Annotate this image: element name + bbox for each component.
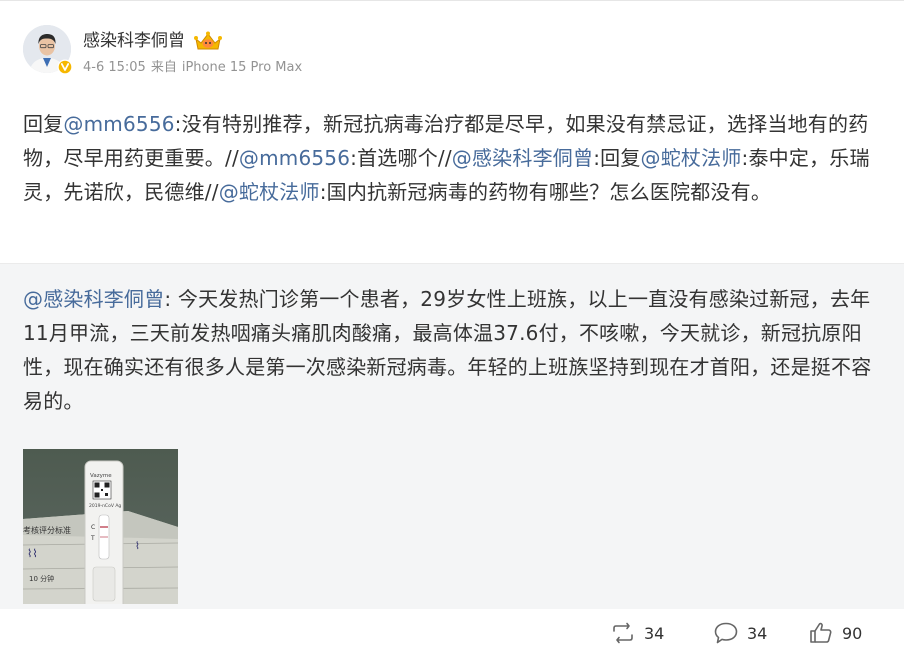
comment-button[interactable]: 34	[713, 619, 767, 647]
crown-vip-icon[interactable]	[193, 30, 223, 52]
mention-link[interactable]: @蛇杖法师	[219, 180, 320, 204]
post-timeline: 4-6 15:05 来自 iPhone 15 Pro Max	[83, 59, 307, 77]
action-bar: 34 34 90	[0, 609, 904, 665]
brand-text: Vazyme	[90, 473, 112, 479]
author-name[interactable]: 感染科李侗曾	[83, 29, 185, 53]
source-prefix: 来自	[150, 60, 177, 75]
post-body-text: 回复@mm6556:没有特别推荐，新冠抗病毒治疗都是尽早，如果没有禁忌证，选择当…	[23, 107, 881, 209]
c-line-label: C	[91, 524, 95, 531]
svg-text:⌇⌇: ⌇⌇	[27, 547, 38, 560]
weibo-post-card: 感染科李侗曾 4-6 15:05 来自 iPhone 15 Pro Max 回复…	[0, 0, 904, 665]
mention-link[interactable]: @感染科李侗曾	[452, 146, 593, 170]
avatar-container[interactable]	[23, 25, 73, 75]
comment-icon	[714, 622, 738, 644]
retweet-box[interactable]: @感染科李侗曾: 今天发热门诊第一个患者，29岁女性上班族，以上一直没有感染过新…	[0, 263, 904, 609]
like-button[interactable]: 90	[808, 619, 862, 647]
repost-button[interactable]: 34	[610, 619, 664, 647]
mention-link[interactable]: @蛇杖法师	[641, 146, 742, 170]
text-segment: :回复	[593, 146, 641, 170]
like-count: 90	[842, 623, 863, 643]
time-label-text: 10 分钟	[29, 574, 54, 583]
t-line-label: T	[90, 535, 95, 542]
text-segment: 回复	[23, 112, 64, 136]
text-segment: :国内抗新冠病毒的药物有哪些？怎么医院都没有。	[319, 180, 772, 204]
mention-link[interactable]: @感染科李侗曾	[23, 287, 164, 311]
thumbs-up-icon	[810, 622, 832, 643]
post-time[interactable]: 4-6 15:05	[83, 60, 146, 75]
antigen-test-photo[interactable]: 考核评分标准 ⌇⌇ 10 分钟 ⌇ Vazyme 2019-nCoV Ag C …	[23, 449, 178, 604]
repost-count: 34	[644, 623, 665, 643]
svg-text:⌇: ⌇	[135, 541, 140, 552]
mention-link[interactable]: @mm6556	[63, 112, 174, 136]
post-header: 感染科李侗曾 4-6 15:05 来自 iPhone 15 Pro Max	[23, 25, 307, 81]
comment-count: 34	[747, 623, 768, 643]
mention-link[interactable]: @mm6556	[239, 146, 350, 170]
form-title-text: 考核评分标准	[23, 525, 71, 535]
kit-label-text: 2019-nCoV Ag	[89, 503, 121, 509]
source-device: iPhone 15 Pro Max	[181, 60, 303, 75]
author-meta: 感染科李侗曾 4-6 15:05 来自 iPhone 15 Pro Max	[83, 29, 307, 81]
name-row: 感染科李侗曾	[83, 29, 307, 53]
verified-badge-icon	[57, 59, 73, 75]
repost-icon	[613, 622, 633, 644]
retweet-text: @感染科李侗曾: 今天发热门诊第一个患者，29岁女性上班族，以上一直没有感染过新…	[23, 282, 881, 418]
text-segment: :首选哪个//	[350, 146, 452, 170]
